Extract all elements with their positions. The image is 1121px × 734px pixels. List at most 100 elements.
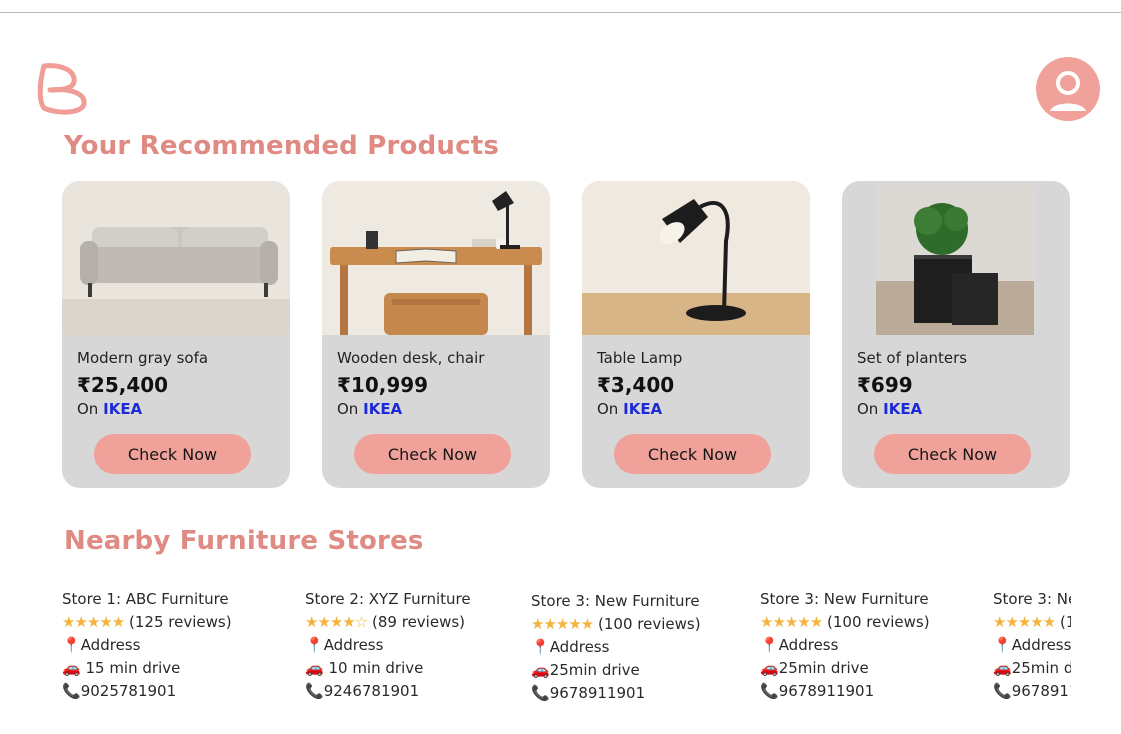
car-icon: 🚗 (531, 661, 550, 679)
drive-time-text: 10 min drive (328, 659, 424, 677)
star-rating-icon: ★★★★★ (531, 615, 594, 633)
car-icon: 🚗 (62, 659, 81, 677)
store-phone[interactable]: 📞9246781901 (305, 680, 471, 703)
store-name: Store 3: New Furniture (993, 590, 1071, 608)
product-card: Modern gray sofa ₹25,400 On IKEA Check N… (62, 181, 290, 488)
product-name: Table Lamp (597, 349, 683, 367)
store-drive-time: 🚗25min drive (760, 657, 930, 680)
product-card-list: Modern gray sofa ₹25,400 On IKEA Check N… (62, 181, 1072, 489)
product-card: Set of planters ₹699 On IKEA Check Now (842, 181, 1070, 488)
store-address[interactable]: 📍Address (993, 634, 1071, 657)
phone-icon: 📞 (531, 684, 550, 702)
store-address[interactable]: 📍Address (62, 634, 232, 657)
store-phone[interactable]: 📞9025781901 (62, 680, 232, 703)
address-text: Address (1011, 636, 1071, 654)
phone-number: 9678911901 (549, 684, 646, 702)
product-image-planters (842, 181, 1070, 335)
user-avatar-icon[interactable] (1036, 57, 1100, 121)
car-icon: 🚗 (760, 659, 779, 677)
product-image-lamp (582, 181, 810, 335)
store-drive-time: 🚗 10 min drive (305, 657, 471, 680)
store-rating: ★★★★☆ (89 reviews) (305, 611, 471, 634)
phone-icon: 📞 (760, 682, 779, 700)
product-store-link[interactable]: IKEA (883, 400, 922, 418)
store-rating: ★★★★★ (100 reviews) (760, 611, 930, 634)
product-card: Table Lamp ₹3,400 On IKEA Check Now (582, 181, 810, 488)
phone-icon: 📞 (993, 682, 1012, 700)
check-now-button[interactable]: Check Now (614, 434, 771, 474)
location-pin-icon: 📍 (62, 636, 81, 654)
store-item[interactable]: Store 3: New Furniture ★★★★★ (100 review… (531, 590, 701, 705)
product-name: Wooden desk, chair (337, 349, 485, 367)
store-rating: ★★★★★ (100 reviews) (993, 611, 1071, 634)
store-name: Store 1: ABC Furniture (62, 590, 229, 608)
product-store-prefix: On (597, 400, 619, 418)
store-address[interactable]: 📍Address (531, 636, 701, 659)
star-rating-icon: ★★★★★ (760, 613, 823, 631)
car-icon: 🚗 (993, 659, 1012, 677)
phone-number: 9678911901 (1011, 682, 1071, 700)
drive-time-text: 25min drive (778, 659, 869, 677)
store-item[interactable]: Store 3: New Furniture ★★★★★ (100 review… (993, 588, 1071, 703)
product-store-prefix: On (857, 400, 879, 418)
review-count: (125 reviews) (129, 613, 232, 631)
drive-time-text: 25min drive (1011, 659, 1071, 677)
phone-number: 9246781901 (323, 682, 420, 700)
product-store-link[interactable]: IKEA (363, 400, 402, 418)
store-list: Store 1: ABC Furniture ★★★★★ (125 review… (0, 588, 1121, 718)
review-count: (100 reviews) (598, 615, 701, 633)
store-drive-time: 🚗25min drive (993, 657, 1071, 680)
location-pin-icon: 📍 (993, 636, 1012, 654)
store-address[interactable]: 📍Address (305, 634, 471, 657)
address-text: Address (80, 636, 141, 654)
product-store-line: On IKEA (337, 400, 402, 418)
check-now-button[interactable]: Check Now (874, 434, 1031, 474)
star-rating-icon: ★★★★★ (62, 613, 125, 631)
store-drive-time: 🚗 15 min drive (62, 657, 232, 680)
product-store-line: On IKEA (857, 400, 922, 418)
store-item[interactable]: Store 1: ABC Furniture ★★★★★ (125 review… (62, 588, 232, 703)
product-store-link[interactable]: IKEA (103, 400, 142, 418)
product-price: ₹699 (857, 373, 913, 397)
store-name: Store 3: New Furniture (760, 590, 929, 608)
store-item[interactable]: Store 2: XYZ Furniture ★★★★☆ (89 reviews… (305, 588, 471, 703)
product-store-line: On IKEA (597, 400, 662, 418)
location-pin-icon: 📍 (305, 636, 324, 654)
star-rating-icon: ★★★★☆ (305, 613, 368, 631)
brand-logo-icon[interactable] (36, 60, 90, 116)
phone-icon: 📞 (305, 682, 324, 700)
product-price: ₹3,400 (597, 373, 675, 397)
drive-time-text: 25min drive (549, 661, 640, 679)
recommended-products-heading: Your Recommended Products (64, 131, 500, 161)
nearby-stores-heading: Nearby Furniture Stores (64, 526, 424, 556)
store-phone[interactable]: 📞9678911901 (993, 680, 1071, 703)
check-now-button[interactable]: Check Now (94, 434, 251, 474)
store-name: Store 3: New Furniture (531, 592, 700, 610)
location-pin-icon: 📍 (760, 636, 779, 654)
store-rating: ★★★★★ (100 reviews) (531, 613, 701, 636)
product-store-prefix: On (77, 400, 99, 418)
store-item[interactable]: Store 3: New Furniture ★★★★★ (100 review… (760, 588, 930, 703)
check-now-button[interactable]: Check Now (354, 434, 511, 474)
product-store-link[interactable]: IKEA (623, 400, 662, 418)
store-phone[interactable]: 📞9678911901 (760, 680, 930, 703)
store-drive-time: 🚗25min drive (531, 659, 701, 682)
product-price: ₹25,400 (77, 373, 169, 397)
address-text: Address (323, 636, 384, 654)
product-image-desk (322, 181, 550, 335)
address-text: Address (778, 636, 839, 654)
top-divider (0, 12, 1121, 13)
phone-number: 9025781901 (80, 682, 177, 700)
review-count: (100 reviews) (1060, 613, 1071, 631)
location-pin-icon: 📍 (531, 638, 550, 656)
drive-time-text: 15 min drive (85, 659, 181, 677)
car-icon: 🚗 (305, 659, 324, 677)
product-name: Modern gray sofa (77, 349, 209, 367)
star-rating-icon: ★★★★★ (993, 613, 1056, 631)
product-price: ₹10,999 (337, 373, 429, 397)
store-address[interactable]: 📍Address (760, 634, 930, 657)
product-store-prefix: On (337, 400, 359, 418)
store-phone[interactable]: 📞9678911901 (531, 682, 701, 705)
phone-number: 9678911901 (778, 682, 875, 700)
store-name: Store 2: XYZ Furniture (305, 590, 471, 608)
